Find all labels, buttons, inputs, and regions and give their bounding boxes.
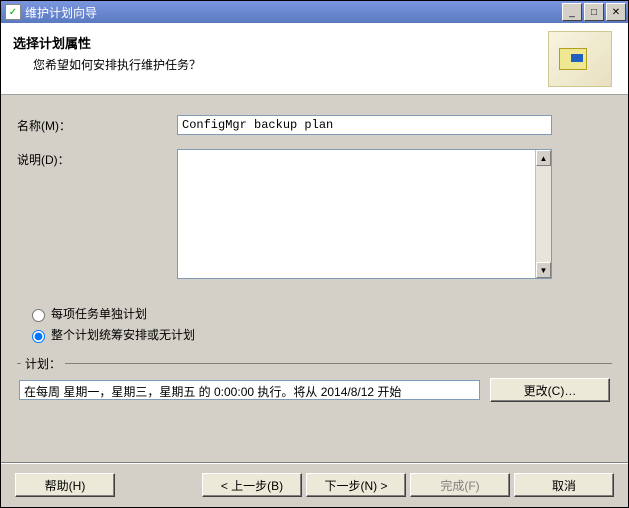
page-subtitle: 您希望如何安排执行维护任务？: [13, 56, 548, 73]
scroll-down-icon[interactable]: ▼: [536, 262, 551, 278]
name-input[interactable]: [177, 115, 552, 135]
next-button[interactable]: 下一步(N) >: [306, 473, 406, 497]
wizard-header-image: [548, 31, 612, 87]
scroll-up-icon[interactable]: ▲: [536, 150, 551, 166]
schedule-mode-group: 每项任务单独计划 整个计划统筹安排或无计划: [17, 305, 612, 347]
wizard-footer: 帮助(H) < 上一步(B) 下一步(N) > 完成(F) 取消: [1, 462, 628, 507]
help-button[interactable]: 帮助(H): [15, 473, 115, 497]
schedule-summary: 在每周 星期一，星期三，星期五 的 0:00:00 执行。将从 2014/8/1…: [19, 380, 480, 400]
cancel-button[interactable]: 取消: [514, 473, 614, 497]
wizard-window: ✓ 维护计划向导 _ □ ✕ 选择计划属性 您希望如何安排执行维护任务？ 名称(…: [0, 0, 629, 508]
name-label: 名称(M)：: [17, 115, 177, 134]
titlebar: ✓ 维护计划向导 _ □ ✕: [1, 1, 628, 23]
separate-schedule-label: 每项任务单独计划: [51, 305, 147, 322]
wizard-body: 名称(M)： 说明(D)： ▲ ▼ 每项任务单独: [1, 95, 628, 462]
description-field: ▲ ▼: [177, 149, 552, 279]
description-scrollbar[interactable]: ▲ ▼: [535, 150, 551, 278]
window-title: 维护计划向导: [25, 4, 97, 21]
wizard-header: 选择计划属性 您希望如何安排执行维护任务？: [1, 23, 628, 95]
back-button[interactable]: < 上一步(B): [202, 473, 302, 497]
close-button[interactable]: ✕: [606, 3, 626, 21]
description-label: 说明(D)：: [17, 149, 177, 168]
change-schedule-button[interactable]: 更改(C)…: [490, 378, 610, 402]
combined-schedule-label: 整个计划统筹安排或无计划: [51, 326, 195, 343]
app-icon: ✓: [5, 4, 21, 20]
finish-button: 完成(F): [410, 473, 510, 497]
separate-schedule-radio[interactable]: [32, 309, 45, 322]
description-input[interactable]: [178, 150, 535, 278]
schedule-legend: 计划：: [21, 355, 65, 372]
minimize-button[interactable]: _: [562, 3, 582, 21]
combined-schedule-radio[interactable]: [32, 330, 45, 343]
maximize-button[interactable]: □: [584, 3, 604, 21]
page-title: 选择计划属性: [13, 33, 548, 52]
schedule-fieldset: 计划： 在每周 星期一，星期三，星期五 的 0:00:00 执行。将从 2014…: [17, 363, 612, 408]
